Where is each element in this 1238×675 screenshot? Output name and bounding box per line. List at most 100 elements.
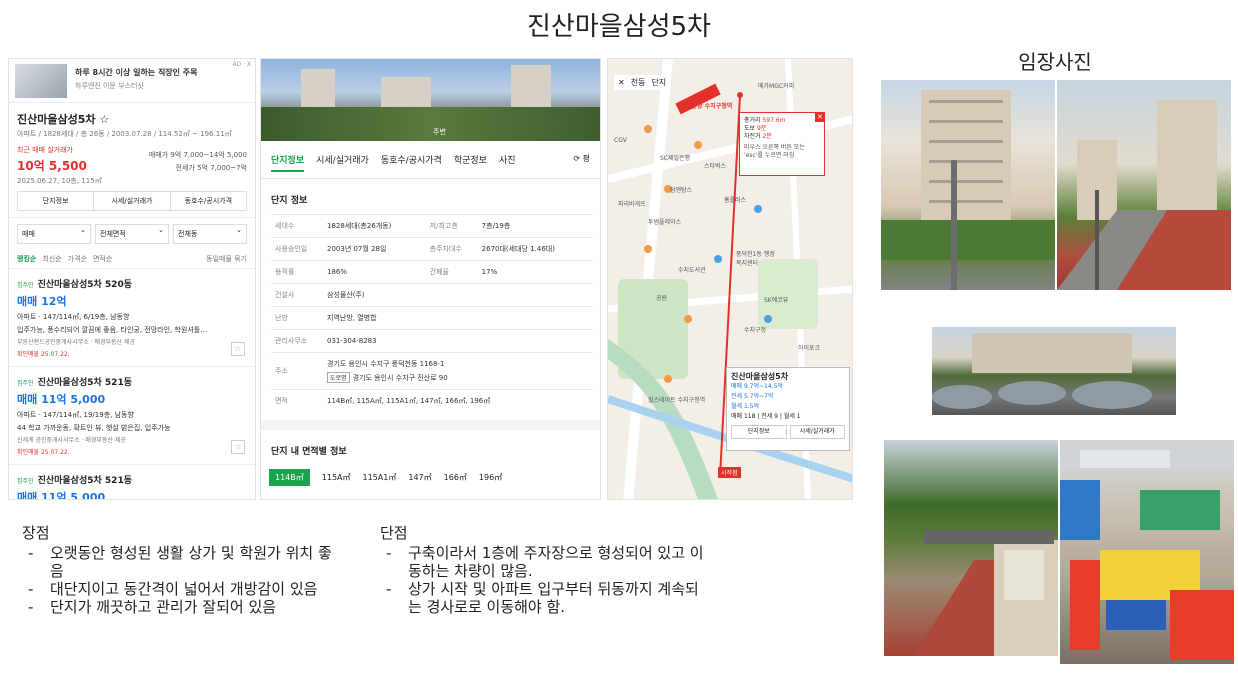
area-tab[interactable]: 115A㎡ — [322, 469, 351, 486]
distance-popup: ✕ 총거리 597.6m 도보 9분 자전거 2분 마우스 오른쪽 버튼 또는 … — [739, 112, 825, 176]
close-icon[interactable]: ✕ — [815, 112, 825, 122]
favorite-icon[interactable]: ☆ — [231, 342, 245, 356]
heating-value: 지역난방, 열병합 — [323, 306, 593, 330]
map-poi[interactable]: CGV — [614, 137, 627, 144]
card-info-button[interactable]: 단지정보 — [731, 425, 787, 439]
list-item[interactable]: 집주인 진산마을삼성5차 520동 매매 12억 아파트 · 147/114㎡, … — [9, 268, 255, 366]
area-tab[interactable]: 115A1㎡ — [363, 469, 397, 486]
sale-range: 매매가 9억 7,000~14억 5,000 — [148, 151, 247, 159]
price-history-button[interactable]: 시세/실거래가 — [94, 192, 171, 210]
heating-key: 난방 — [271, 306, 323, 330]
ad-close-tag[interactable]: AD · X — [232, 61, 251, 68]
office-value: 031-304-8283 — [323, 329, 593, 353]
area-key: 면적 — [271, 389, 323, 412]
bcr-key: 건폐율 — [425, 260, 478, 284]
map-poi[interactable]: 수지도서관 — [678, 265, 706, 274]
bcr-value: 17% — [477, 260, 593, 284]
map-poi[interactable]: 스타벅스 — [704, 161, 726, 170]
road-address: 경기도 용인시 수지구 진산로 90 — [352, 374, 448, 382]
distance-key: 총거리 — [744, 117, 761, 124]
map-type-select[interactable]: 단지 — [651, 77, 666, 88]
complex-button-row: 단지정보 시세/실거래가 동호수/공시가격 — [17, 191, 247, 211]
area-select[interactable]: 전체면적 — [95, 224, 169, 244]
map-poi[interactable]: 투썸플레이스 — [648, 217, 681, 226]
pros-item: 오랫동안 형성된 생활 상가 및 학원가 위치 좋음 — [22, 544, 342, 580]
distance-value: 597.6m — [762, 117, 786, 124]
divider — [261, 420, 600, 430]
floors-key: 저/최고층 — [425, 214, 478, 238]
list-item[interactable]: 집주인 진산마을삼성5차 521동 매매 11억 5,000 아파트 · 147/… — [9, 366, 255, 464]
unit-price-button[interactable]: 동호수/공시가격 — [171, 192, 246, 210]
ad-subline: 하루엔진 이뮨 부스터샷 — [75, 82, 144, 90]
tab-price[interactable]: 시세/실거래가 — [316, 153, 369, 172]
tab-complex-info[interactable]: 단지정보 — [271, 153, 305, 172]
favorite-icon[interactable]: ☆ — [231, 440, 245, 454]
table-row: 주소 경기도 용인시 수지구 풍덕천동 1168-1 도로명 경기도 용인시 수지… — [271, 352, 593, 390]
recent-price-date: 2025.06.27, 10층, 115㎡ — [17, 177, 102, 185]
map-poi[interactable]: 풍덕천1동 행정복지센터 — [736, 249, 780, 267]
area-tab[interactable]: 166㎡ — [444, 469, 467, 486]
sort-ranking[interactable]: 랭킹순 — [17, 254, 36, 264]
map-poi[interactable]: 하이포크 — [798, 343, 820, 352]
jibun-address: 경기도 용인시 수지구 풍덕천동 1168-1 — [327, 360, 445, 368]
map-poi[interactable]: 홈플러스 — [724, 195, 746, 204]
listing-agency: 부동산랜드공인중개사사무소 · 매경부동산 제공 — [17, 339, 136, 346]
tab-photo[interactable]: 사진 — [499, 153, 516, 172]
pros-section: 장점 오랫동안 형성된 생활 상가 및 학원가 위치 좋음 대단지이고 동간격이… — [22, 524, 342, 616]
map-poi[interactable]: 힐스테이트 수지구청역 — [648, 395, 708, 404]
station-label[interactable]: 신분당 수지구청역 — [686, 101, 732, 110]
group-same-checkbox[interactable]: 동일매물 묶기 — [206, 254, 247, 264]
building-select[interactable]: 전체동 — [173, 224, 247, 244]
start-point-marker[interactable]: 시작점 — [718, 467, 741, 478]
complex-map-card[interactable]: 진산마을삼성5차 매매 9.7억~14.5억 전세 5.7억~7억 월세 1.5… — [726, 367, 850, 451]
complex-photo[interactable]: 주변 — [261, 59, 600, 141]
sort-price[interactable]: 가격순 — [68, 254, 87, 264]
map-location[interactable]: 천동 — [631, 77, 646, 88]
list-item[interactable]: 집주인 진산마을삼성5차 521동 매매 11억 5,000 — [9, 464, 255, 499]
office-key: 관리사무소 — [271, 329, 323, 353]
card-monthly: 월세 1.5억 — [731, 403, 760, 410]
area-tab[interactable]: 114B㎡ — [269, 469, 310, 486]
complex-info-table: 세대수 1828세대(총26개동) 저/최고층 7층/19층 사용승인일 200… — [271, 214, 593, 412]
table-row: 용적률 186% 건폐율 17% — [271, 260, 593, 284]
card-title: 진산마을삼성5차 — [731, 372, 789, 381]
trade-type-select[interactable]: 매매 — [17, 224, 91, 244]
close-icon[interactable]: ✕ — [618, 78, 625, 87]
area-info-title: 단지 내 면적별 정보 — [271, 447, 347, 457]
area-value: 114B㎡, 115A㎡, 115A1㎡, 147㎡, 166㎡, 196㎡ — [323, 389, 593, 412]
far-key: 용적률 — [271, 260, 323, 284]
approval-key: 사용승인일 — [271, 237, 323, 261]
map-poi[interactable]: 수지구청 — [744, 325, 766, 334]
area-tab[interactable]: 147㎡ — [408, 469, 431, 486]
listing-confirmed: 확인매물 25.07.22. — [17, 351, 70, 358]
map-poi[interactable]: SC제일은행 — [660, 153, 690, 162]
ad-banner[interactable]: 하루 8시간 이상 일하는 직장인 주목 하루엔진 이뮨 부스터샷 AD · X — [9, 59, 255, 103]
listing-desc: 아파트 · 147/114㎡, 6/19층, 남동향 — [17, 313, 130, 321]
tab-unit[interactable]: 동호수/공시가격 — [381, 153, 442, 172]
area-tab[interactable]: 196㎡ — [479, 469, 502, 486]
map-poi[interactable]: SK에코뷰 — [764, 295, 788, 304]
map-poi[interactable]: 탐앤탐스 — [670, 185, 692, 194]
complex-info-button[interactable]: 단지정보 — [18, 192, 95, 210]
listing-desc: 아파트 · 147/114㎡, 19/19층, 남동향 — [17, 411, 134, 419]
complex-name: 진산마을삼성5차 ☆ — [17, 113, 110, 126]
table-row: 면적 114B㎡, 115A㎡, 115A1㎡, 147㎡, 166㎡, 196… — [271, 389, 593, 412]
photo-label: 주변 — [433, 128, 446, 136]
listing-features: 44 학교 가까운동, 확트인 뷰, 햇살 밝은집, 입주가능 — [17, 424, 171, 432]
pros-item: 대단지이고 동간격이 넓어서 개방감이 있음 — [22, 580, 342, 598]
map-poi[interactable]: 메가MGC커피 — [758, 81, 794, 90]
map-view[interactable]: ✕ 천동 단지 신분당 수지구청역 CGV SC제일은행 메가MGC커피 스타벅… — [607, 58, 853, 500]
sort-latest[interactable]: 최신순 — [42, 254, 61, 264]
area-tabs: 114B㎡ 115A㎡ 115A1㎡ 147㎡ 166㎡ 196㎡ — [261, 465, 600, 490]
pros-item: 단지가 깨끗하고 관리가 잘되어 있음 — [22, 598, 342, 616]
unit-toggle-button[interactable]: ⟳ 평 — [573, 153, 590, 172]
card-price-button[interactable]: 시세/실거래가 — [789, 425, 845, 439]
listing-features: 입주가능, 풍수리되어 깔끔에 좋음, 타인궁, 전망라인, 학원셔틀… — [17, 326, 208, 334]
sort-area[interactable]: 면적순 — [93, 254, 112, 264]
map-poi[interactable]: 파리바게뜨 — [618, 199, 646, 208]
floors-value: 7층/19층 — [477, 214, 593, 238]
owner-tag: 집주인 — [17, 380, 34, 387]
map-poi[interactable]: 공원 — [656, 293, 667, 302]
tab-school[interactable]: 학군정보 — [454, 153, 487, 172]
walk-value: 9분 — [756, 125, 767, 132]
